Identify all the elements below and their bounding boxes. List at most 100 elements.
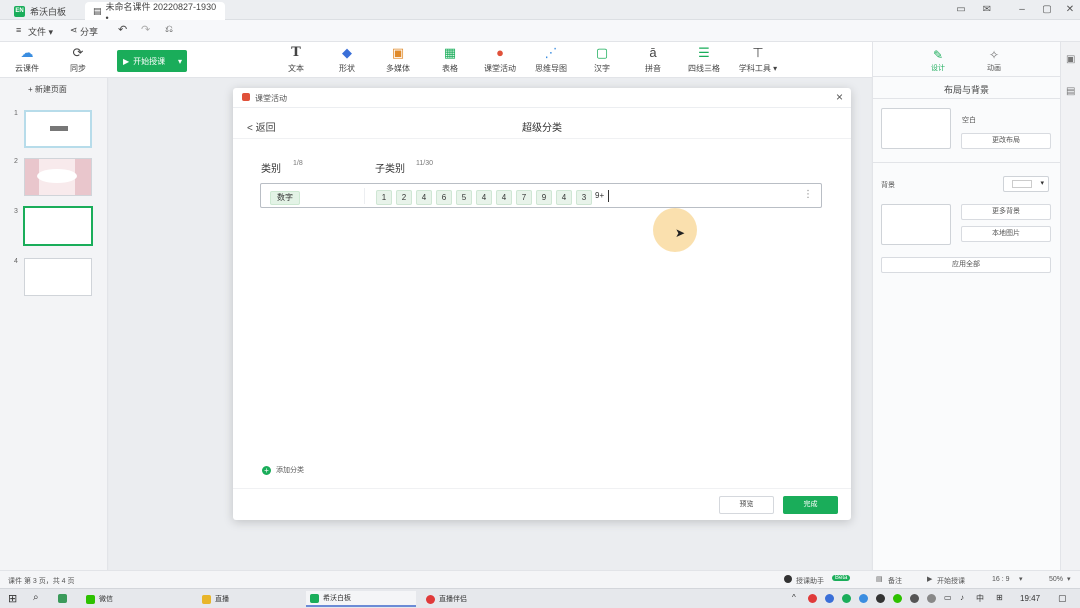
slide-number: 2 <box>14 158 18 165</box>
tool-hanzi[interactable]: ▢ 汉字 <box>582 45 622 74</box>
background-preview[interactable] <box>881 204 951 245</box>
slide-thumb-3-active[interactable] <box>23 206 93 246</box>
maximize-icon[interactable]: ▢ <box>1041 4 1053 16</box>
slide-number: 1 <box>14 110 18 117</box>
list-icon[interactable]: ▤ <box>1066 86 1075 97</box>
tray-app-icon[interactable] <box>927 594 936 603</box>
clock[interactable]: 19:47 <box>1020 594 1040 603</box>
sub-item-tag[interactable]: 7 <box>516 190 532 205</box>
sub-item-tag[interactable]: 4 <box>476 190 492 205</box>
more-options-icon[interactable]: ⋮ <box>803 189 813 200</box>
chevron-down-icon[interactable]: ▾ <box>1067 575 1071 583</box>
more-background-button[interactable]: 更多背景 <box>961 204 1051 220</box>
minimize-icon[interactable]: – <box>1016 4 1028 16</box>
category-value-tag[interactable]: 数字 <box>270 191 300 205</box>
tool-text[interactable]: T 文本 <box>276 45 316 74</box>
sub-item-tag[interactable]: 4 <box>416 190 432 205</box>
sub-item-input[interactable]: 9+ <box>595 191 604 200</box>
undo-icon[interactable]: ↶ <box>118 23 127 36</box>
search-icon[interactable]: ⌕ <box>33 592 39 603</box>
ime-icon[interactable]: 中 <box>976 593 984 604</box>
start-dropdown-icon[interactable]: ▾ <box>178 57 182 66</box>
sub-item-tag[interactable]: 2 <box>396 190 412 205</box>
slide-thumb-2[interactable] <box>24 158 92 196</box>
tool-subject-label: 学科工具 ▾ <box>738 64 778 73</box>
tool-pinyin[interactable]: ā 拼音 <box>633 45 673 74</box>
tray-app-icon[interactable] <box>825 594 834 603</box>
ime-mode-icon[interactable]: ⊞ <box>996 593 1003 602</box>
tray-app-icon[interactable] <box>808 594 817 603</box>
pinned-app-icon[interactable] <box>58 594 67 603</box>
layout-preview[interactable] <box>881 108 951 149</box>
slide-thumb-1[interactable] <box>24 110 92 148</box>
share-menu[interactable]: 分享 <box>80 25 98 38</box>
sub-item-tag[interactable]: 9 <box>536 190 552 205</box>
tool-media[interactable]: ▣ 多媒体 <box>378 45 418 74</box>
done-button[interactable]: 完成 <box>783 496 838 514</box>
format-painter-icon[interactable]: ⎌ <box>165 24 173 35</box>
category-label: 类别 <box>261 164 281 175</box>
taskbar-live[interactable]: 直播 <box>198 591 298 607</box>
sub-item-tag[interactable]: 4 <box>496 190 512 205</box>
tool-shape[interactable]: ◆ 形状 <box>327 45 367 74</box>
add-category-button[interactable]: + 添加分类 <box>262 465 304 475</box>
share-icon[interactable]: ⋖ <box>70 25 78 36</box>
taskbar-seewo[interactable]: 希沃白板 <box>306 591 416 607</box>
tool-class-activity[interactable]: ● 课堂活动 <box>480 45 520 74</box>
file-menu[interactable]: 文件 ▾ <box>28 25 53 38</box>
tool-four-line[interactable]: ☰ 四线三格 <box>684 45 724 74</box>
zoom-level[interactable]: 50% <box>1049 576 1063 583</box>
close-window-icon[interactable]: ✕ <box>1064 4 1076 16</box>
tool-hanzi-label: 汉字 <box>594 64 610 73</box>
slide-thumb-4[interactable] <box>24 258 92 296</box>
taskbar-wechat[interactable]: 微信 <box>82 591 192 607</box>
tray-app-icon[interactable] <box>910 594 919 603</box>
tab-design[interactable]: ✎ 设计 <box>926 48 950 73</box>
chevron-down-icon[interactable]: ▾ <box>1019 575 1023 583</box>
remark-button[interactable]: 备注 <box>888 576 902 586</box>
redo-icon[interactable]: ↷ <box>141 23 150 36</box>
start-teaching-label: 开始授课 <box>133 56 166 66</box>
start-teaching-button[interactable]: ▶ 开始授课 ▾ <box>117 50 187 72</box>
tool-mindmap[interactable]: ⋰ 思维导图 <box>531 45 571 74</box>
sub-item-tag[interactable]: 5 <box>456 190 472 205</box>
tray-app-icon[interactable] <box>859 594 868 603</box>
background-color-picker[interactable]: ▾ <box>1003 176 1049 192</box>
sub-item-tag[interactable]: 6 <box>436 190 452 205</box>
volume-icon[interactable]: ♪ <box>960 593 964 602</box>
sync-button[interactable]: ⟳ 同步 <box>58 45 98 74</box>
panel-toggle-icon[interactable]: ▣ <box>1066 54 1075 65</box>
assistant-button[interactable]: 授课助手 <box>796 576 824 586</box>
hanzi-icon: ▢ <box>595 45 609 60</box>
notification-icon[interactable]: ▢ <box>1058 593 1067 604</box>
preview-button[interactable]: 预览 <box>719 496 774 514</box>
category-row[interactable]: 数字 1 2 4 6 5 4 4 7 9 4 3 9+ ⋮ <box>260 183 822 208</box>
hamburger-icon[interactable]: ≡ <box>16 25 21 35</box>
windows-start-icon[interactable]: ⊞ <box>8 592 17 605</box>
doc-tab[interactable]: ▤ 未命名课件 20220827-1930 • <box>85 2 225 23</box>
tool-table[interactable]: ▦ 表格 <box>430 45 470 74</box>
taskbar-live-companion[interactable]: 直播伴侣 <box>422 591 532 607</box>
feedback-icon[interactable]: ▭ <box>955 4 967 16</box>
network-icon[interactable]: ▭ <box>944 593 952 602</box>
skin-icon[interactable]: ✉ <box>981 4 993 16</box>
cloud-button[interactable]: ☁ 云课件 <box>7 45 47 74</box>
change-layout-button[interactable]: 更改布局 <box>961 133 1051 149</box>
tray-app-icon[interactable] <box>842 594 851 603</box>
tray-app-icon[interactable] <box>876 594 885 603</box>
sub-item-tag[interactable]: 3 <box>576 190 592 205</box>
app-tab[interactable]: EN 希沃白板 <box>6 2 74 20</box>
close-icon[interactable]: × <box>836 90 843 104</box>
tool-subject[interactable]: ⊤ 学科工具 ▾ <box>733 45 783 74</box>
aspect-ratio[interactable]: 16 : 9 <box>992 576 1010 583</box>
folder-icon <box>202 594 211 604</box>
tray-expand-icon[interactable]: ^ <box>792 593 796 602</box>
tray-app-icon[interactable] <box>893 594 902 603</box>
local-image-button[interactable]: 本地图片 <box>961 226 1051 242</box>
apply-all-button[interactable]: 应用全部 <box>881 257 1051 273</box>
sub-item-tag[interactable]: 1 <box>376 190 392 205</box>
status-start-button[interactable]: 开始授课 <box>937 576 965 586</box>
new-page-button[interactable]: + 新建页面 <box>28 84 67 95</box>
tab-animation[interactable]: ✧ 动画 <box>982 48 1006 73</box>
sub-item-tag[interactable]: 4 <box>556 190 572 205</box>
